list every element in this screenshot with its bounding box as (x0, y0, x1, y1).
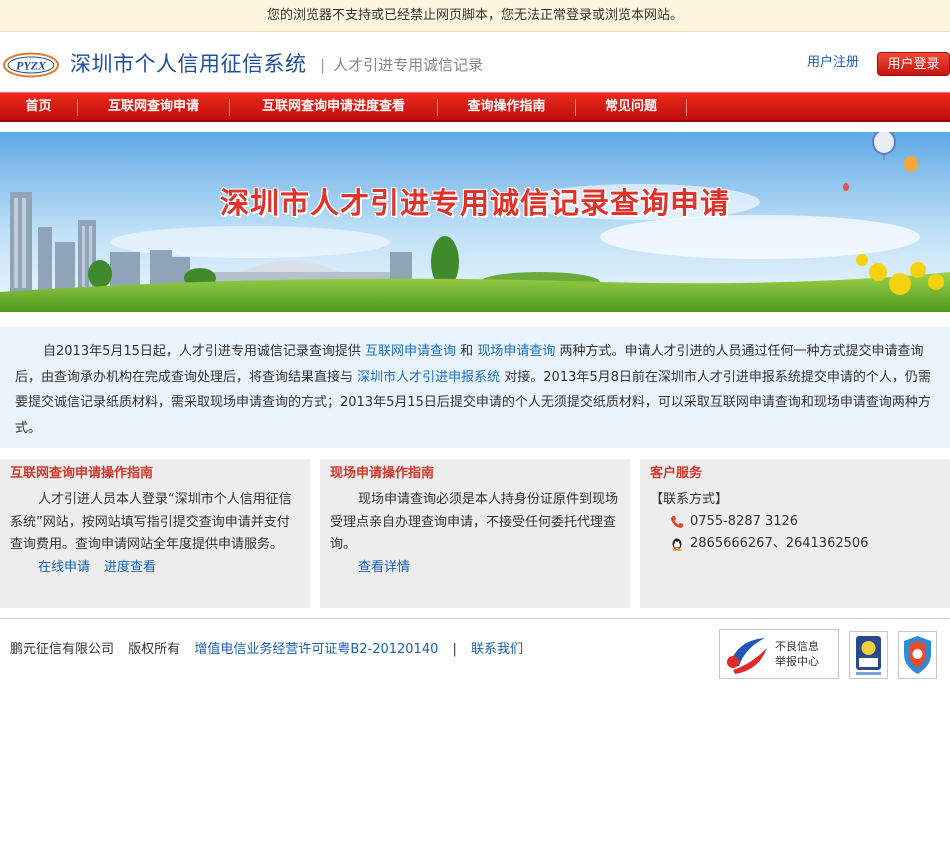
nav-home[interactable]: 首页 (0, 93, 77, 121)
onsite-guide-body: 现场申请查询必须是本人持身份证原件到现场受理点亲自办理查询申请，不接受任何委托代… (330, 492, 619, 552)
customer-service-title: 客户服务 (650, 466, 703, 481)
online-guide-links: 在线申请 进度查看 (10, 557, 300, 579)
police-badge[interactable] (849, 631, 888, 679)
site-footer: 鹏元征信有限公司 版权所有 增值电信业务经营许可证粤B2-20120140 | … (10, 641, 523, 659)
footer-rights: 版权所有 (128, 642, 181, 657)
police-icon (856, 636, 881, 675)
nav-faq[interactable]: 常见问题 (576, 93, 686, 121)
contact-phone: 0755-8287 3126 (690, 514, 799, 529)
nav-online-apply[interactable]: 互联网查询申请 (78, 93, 229, 121)
onsite-guide-title: 现场申请操作指南 (330, 466, 435, 481)
logo-text: PYZX (16, 59, 47, 73)
report-center-icon (727, 638, 767, 674)
report-line-2: 举报中心 (775, 655, 819, 668)
online-guide-title: 互联网查询申请操作指南 (10, 466, 154, 481)
intro-text: 自2013年5月15日起，人才引进专用诚信记录查询提供 (43, 344, 366, 359)
footer-company: 鹏元征信有限公司 (10, 642, 115, 657)
contact-heading: 【联系方式】 (650, 492, 729, 507)
bad-info-report-badge[interactable]: 不良信息 举报中心 (719, 629, 839, 679)
register-link[interactable]: 用户注册 (807, 54, 859, 72)
view-details-link[interactable]: 查看详情 (358, 560, 410, 575)
intro-text: 和 (456, 344, 478, 359)
contact-phone-row: 0755-8287 3126 (650, 511, 940, 533)
report-line-1: 不良信息 (775, 640, 819, 653)
onsite-guide-links: 查看详情 (330, 557, 620, 579)
security-badge[interactable] (898, 631, 937, 679)
banner-title: 深圳市人才引进专用诚信记录查询申请 (219, 186, 730, 220)
footer-license-link[interactable]: 增值电信业务经营许可证粤B2-20120140 (194, 642, 438, 657)
phone-icon (671, 516, 683, 528)
nav-separator (686, 99, 687, 116)
script-disabled-notice: 您的浏览器不支持或已经禁止网页脚本，您无法正常登录或浏览本网站。 (0, 0, 950, 32)
intro-link-online[interactable]: 互联网申请查询 (365, 344, 456, 359)
report-center-label: 不良信息 举报中心 (775, 639, 819, 669)
progress-check-link[interactable]: 进度查看 (104, 560, 156, 575)
shield-icon (904, 636, 931, 674)
site-subtitle-text: 人才引进专用诚信记录 (333, 56, 484, 74)
pyzx-logo[interactable]: PYZX (2, 51, 60, 79)
main-nav: 首页 互联网查询申请 互联网查询申请进度查看 查询操作指南 常见问题 (0, 92, 950, 122)
site-subtitle: | 人才引进专用诚信记录 (320, 56, 484, 74)
intro-link-onsite[interactable]: 现场申请查询 (477, 344, 555, 359)
online-guide-card: 互联网查询申请操作指南 人才引进人员本人登录“深圳市个人信用征信系统”网站，按网… (0, 459, 310, 608)
nav-guide[interactable]: 查询操作指南 (438, 93, 575, 121)
site-title: 深圳市个人信用征信系统 (70, 52, 307, 76)
footer-separator: | (452, 642, 457, 657)
banner-scenery (0, 132, 950, 312)
online-apply-link[interactable]: 在线申请 (38, 560, 90, 575)
qq-penguin-icon (672, 538, 682, 551)
intro-link-talent-system[interactable]: 深圳市人才引进申报系统 (357, 370, 500, 385)
intro-panel: 自2013年5月15日起，人才引进专用诚信记录查询提供 互联网申请查询 和 现场… (0, 327, 950, 448)
onsite-guide-card: 现场申请操作指南 现场申请查询必须是本人持身份证原件到现场受理点亲自办理查询申请… (320, 459, 630, 608)
contact-qq-row: 2865666267、2641362506 (650, 533, 940, 555)
hero-banner: 深圳市人才引进专用诚信记录查询申请 (0, 132, 950, 312)
footer-contact-link[interactable]: 联系我们 (471, 642, 523, 657)
customer-service-card: 客户服务 【联系方式】 0755-8287 3126 2865666267、26… (640, 459, 950, 608)
site-header: PYZX 深圳市个人信用征信系统 | 人才引进专用诚信记录 用户注册 用户登录 (0, 32, 950, 92)
login-button[interactable]: 用户登录 (877, 52, 950, 76)
nav-apply-progress[interactable]: 互联网查询申请进度查看 (230, 93, 437, 121)
online-guide-body: 人才引进人员本人登录“深圳市个人信用征信系统”网站，按网站填写指引提交查询申请并… (10, 492, 292, 552)
footer-divider (0, 618, 950, 619)
contact-qq: 2865666267、2641362506 (690, 536, 869, 551)
